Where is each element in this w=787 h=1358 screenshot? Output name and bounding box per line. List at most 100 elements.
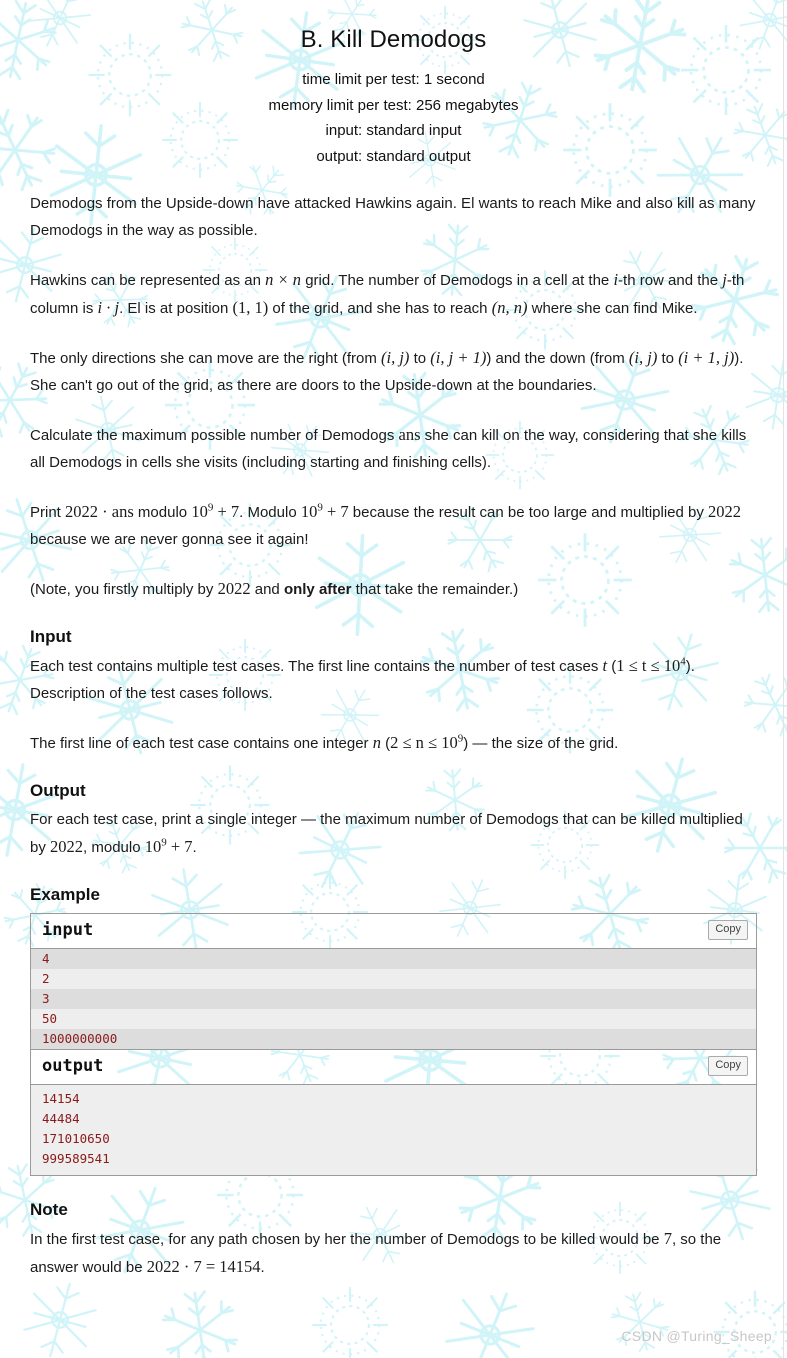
text-run: to: [409, 350, 431, 367]
paragraph-print: Print 2022 · ans modulo 109 + 7. Modulo …: [30, 498, 757, 553]
page-title: B. Kill Demodogs: [300, 26, 487, 53]
sample-input-header: input Copy: [31, 914, 756, 949]
text-run: because we are never gonna see it again!: [30, 531, 309, 548]
text-run: The first line of each test case contain…: [30, 735, 373, 752]
math-cell-ij: (i, j): [381, 348, 410, 367]
statement-body: Demodogs from the Upside-down have attac…: [30, 190, 757, 1281]
sample-line: 1000000000: [31, 1029, 756, 1049]
copy-input-button[interactable]: Copy: [708, 920, 748, 940]
paragraph-intro-text: Demodogs from the Upside-down have attac…: [30, 195, 756, 239]
text-run: . Modulo: [239, 504, 301, 521]
math-n: n: [372, 733, 381, 752]
sample-output-content[interactable]: 14154 44484 171010650 999589541: [31, 1085, 756, 1175]
problem-statement: B. Kill Demodogs time limit per test: 1 …: [0, 0, 787, 1281]
math-2022-ans: 2022 · ans: [65, 502, 134, 521]
text-run: .: [260, 1259, 265, 1276]
paragraph-intro: Demodogs from the Upside-down have attac…: [30, 190, 757, 244]
sample-output-label: output: [42, 1056, 104, 1076]
section-title-example: Example: [30, 885, 100, 904]
sample-input-block: input Copy 4 2 3 50 1000000000: [31, 914, 756, 1049]
math-i-dot-j: i · j: [97, 298, 120, 317]
math-plus-7: + 7: [213, 502, 240, 521]
problem-limits: time limit per test: 1 second memory lim…: [30, 67, 757, 169]
text-run: that take the remainder.): [351, 581, 519, 598]
paragraph-directions: The only directions she can move are the…: [30, 344, 757, 399]
sample-line: 44484: [42, 1111, 80, 1126]
sample-line: 4: [31, 949, 756, 969]
emphasis-only-after: only after: [283, 581, 352, 598]
sample-input-content[interactable]: 4 2 3 50 1000000000: [31, 949, 756, 1049]
text-run: to: [657, 350, 679, 367]
math-cell-down: (i + 1, j): [678, 348, 735, 367]
text-run: ) — the size of the grid.: [463, 735, 619, 752]
math-2022: 2022: [708, 502, 742, 521]
math-2022-times-7: 2022 · 7 = 14154: [146, 1257, 261, 1276]
text-run: Print: [30, 504, 66, 521]
text-run: Each test contains multiple test cases. …: [30, 658, 603, 675]
input-spec: input: standard input: [325, 122, 462, 139]
text-run: Calculate the maximum possible number of…: [30, 427, 399, 444]
section-title-input: Input: [30, 627, 72, 646]
text-run: (Note, you firstly multiply by: [30, 581, 218, 598]
math-end-cell: (n, n): [491, 298, 528, 317]
paragraph-note-1: In the first test case, for any path cho…: [30, 1225, 757, 1281]
sample-output-header: output Copy: [31, 1049, 756, 1085]
text-run: (: [607, 658, 617, 675]
paragraph-input-2: The first line of each test case contain…: [30, 729, 757, 757]
sample-line: 3: [31, 989, 756, 1009]
math-mod-1: 109 + 7: [191, 502, 239, 521]
math-2022-b: 2022: [217, 579, 251, 598]
text-run: modulo: [133, 504, 192, 521]
time-limit: time limit per test: 1 second: [302, 71, 485, 88]
text-run: grid. The number of Demodogs in a cell a…: [301, 272, 614, 289]
paragraph-note-order: (Note, you firstly multiply by 2022 and …: [30, 575, 757, 603]
memory-limit: memory limit per test: 256 megabytes: [268, 96, 519, 114]
text-run: Hawkins can be represented as an: [30, 272, 266, 289]
math-base: 1 ≤ t ≤ 10: [616, 656, 681, 675]
math-cell-ij-2: (i, j): [628, 348, 658, 367]
paragraph-output-1: For each test case, print a single integ…: [30, 806, 757, 861]
watermark: CSDN @Turing_Sheep: [621, 1328, 772, 1344]
sample-line: 2: [31, 969, 756, 989]
text-run: ) and the down (from: [486, 350, 629, 367]
text-run: -th row and the: [618, 272, 723, 289]
text-run: . El is at position: [119, 300, 233, 317]
copy-output-button[interactable]: Copy: [708, 1056, 748, 1076]
sample-output-block: output Copy 14154 44484 171010650 999589541: [31, 1049, 756, 1175]
text-run: and: [250, 581, 284, 598]
math-base: 10: [191, 502, 208, 521]
math-mod-2: 109 + 7: [301, 502, 349, 521]
section-title-output: Output: [30, 781, 86, 800]
sample-line: 999589541: [42, 1151, 110, 1166]
math-ans: ans: [398, 425, 421, 444]
sample-line: 50: [31, 1009, 756, 1029]
sample-line: 14154: [42, 1091, 80, 1106]
text-run: , modulo: [83, 839, 145, 856]
text-run: .: [192, 839, 197, 856]
sample-input-label: input: [42, 920, 94, 940]
math-start-cell: (1, 1): [232, 298, 269, 317]
math-plus-7: + 7: [322, 502, 349, 521]
paragraph-grid: Hawkins can be represented as an n × n g…: [30, 266, 757, 322]
text-run: where she can find Mike.: [527, 300, 698, 317]
sample-line: 171010650: [42, 1131, 110, 1146]
math-7: 7: [663, 1229, 672, 1248]
text-run: The only directions she can move are the…: [30, 350, 381, 367]
math-plus-7: + 7: [166, 837, 193, 856]
math-base: 10: [300, 502, 318, 521]
math-n-range: 2 ≤ n ≤ 109: [390, 733, 463, 752]
math-cell-right: (i, j + 1): [430, 348, 487, 367]
math-mod-3: 109 + 7: [145, 837, 193, 856]
math-base: 10: [144, 837, 162, 856]
output-spec: output: standard output: [316, 147, 471, 165]
text-run: (: [380, 735, 391, 752]
math-2022-c: 2022: [50, 837, 84, 856]
math-base: 2 ≤ n ≤ 10: [390, 733, 458, 752]
paragraph-calculate: Calculate the maximum possible number of…: [30, 421, 757, 476]
text-run: of the grid, and she has to reach: [268, 300, 492, 317]
sample-tests: input Copy 4 2 3 50 1000000000 output Copy 1…: [30, 913, 757, 1176]
math-n-by-n: n × n: [265, 270, 302, 289]
text-run: because the result can be too large and …: [348, 504, 709, 521]
math-t-range: 1 ≤ t ≤ 104: [616, 656, 685, 675]
section-title-note: Note: [30, 1200, 68, 1219]
